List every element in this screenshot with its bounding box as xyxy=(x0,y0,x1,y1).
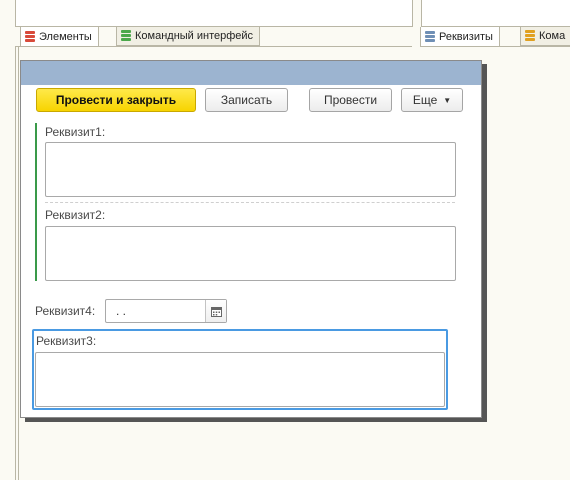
post-button[interactable]: Провести xyxy=(309,88,392,112)
tab-commands-label: Кома xyxy=(539,30,566,42)
left-splitter-inner xyxy=(18,47,19,480)
tab-attributes-label: Реквизиты xyxy=(439,30,493,43)
calendar-icon[interactable] xyxy=(205,300,226,322)
more-button-label: Еще xyxy=(412,93,438,107)
rekvizit3-label: Реквизит3: xyxy=(36,334,97,348)
tab-command-interface-label: Командный интерфейс xyxy=(135,30,254,42)
rekvizit4-value: . . xyxy=(116,304,127,318)
tab-elements-label: Элементы xyxy=(39,30,92,43)
commands-icon xyxy=(525,30,535,42)
tab-attributes[interactable]: Реквизиты xyxy=(420,27,500,47)
group-indicator-bar xyxy=(35,123,37,281)
tab-elements[interactable]: Элементы xyxy=(20,27,99,47)
tab-commands[interactable]: Кома xyxy=(520,27,570,46)
rekvizit4-label: Реквизит4: xyxy=(35,304,96,318)
rekvizit1-field[interactable] xyxy=(45,142,456,197)
rekvizit4-date-field[interactable]: . . xyxy=(105,299,227,323)
form-header xyxy=(21,61,481,85)
chevron-down-icon: ▼ xyxy=(443,95,452,105)
form-preview: Провести и закрыть Записать Провести Еще… xyxy=(20,60,482,418)
rekvizit3-field[interactable] xyxy=(35,352,445,407)
field-divider xyxy=(45,202,455,203)
tab-command-interface[interactable]: Командный интерфейс xyxy=(116,27,261,46)
command-interface-icon xyxy=(121,30,131,42)
post-and-close-button[interactable]: Провести и закрыть xyxy=(36,88,196,112)
rekvizit1-label: Реквизит1: xyxy=(45,125,106,139)
attributes-icon xyxy=(425,30,435,43)
more-button[interactable]: Еще ▼ xyxy=(401,88,463,112)
attributes-tree-panel xyxy=(421,0,570,27)
rekvizit2-field[interactable] xyxy=(45,226,456,281)
elements-icon xyxy=(25,30,35,43)
left-splitter[interactable] xyxy=(15,47,16,480)
elements-tree-panel xyxy=(15,0,413,27)
rekvizit2-label: Реквизит2: xyxy=(45,208,106,222)
save-button[interactable]: Записать xyxy=(205,88,288,112)
